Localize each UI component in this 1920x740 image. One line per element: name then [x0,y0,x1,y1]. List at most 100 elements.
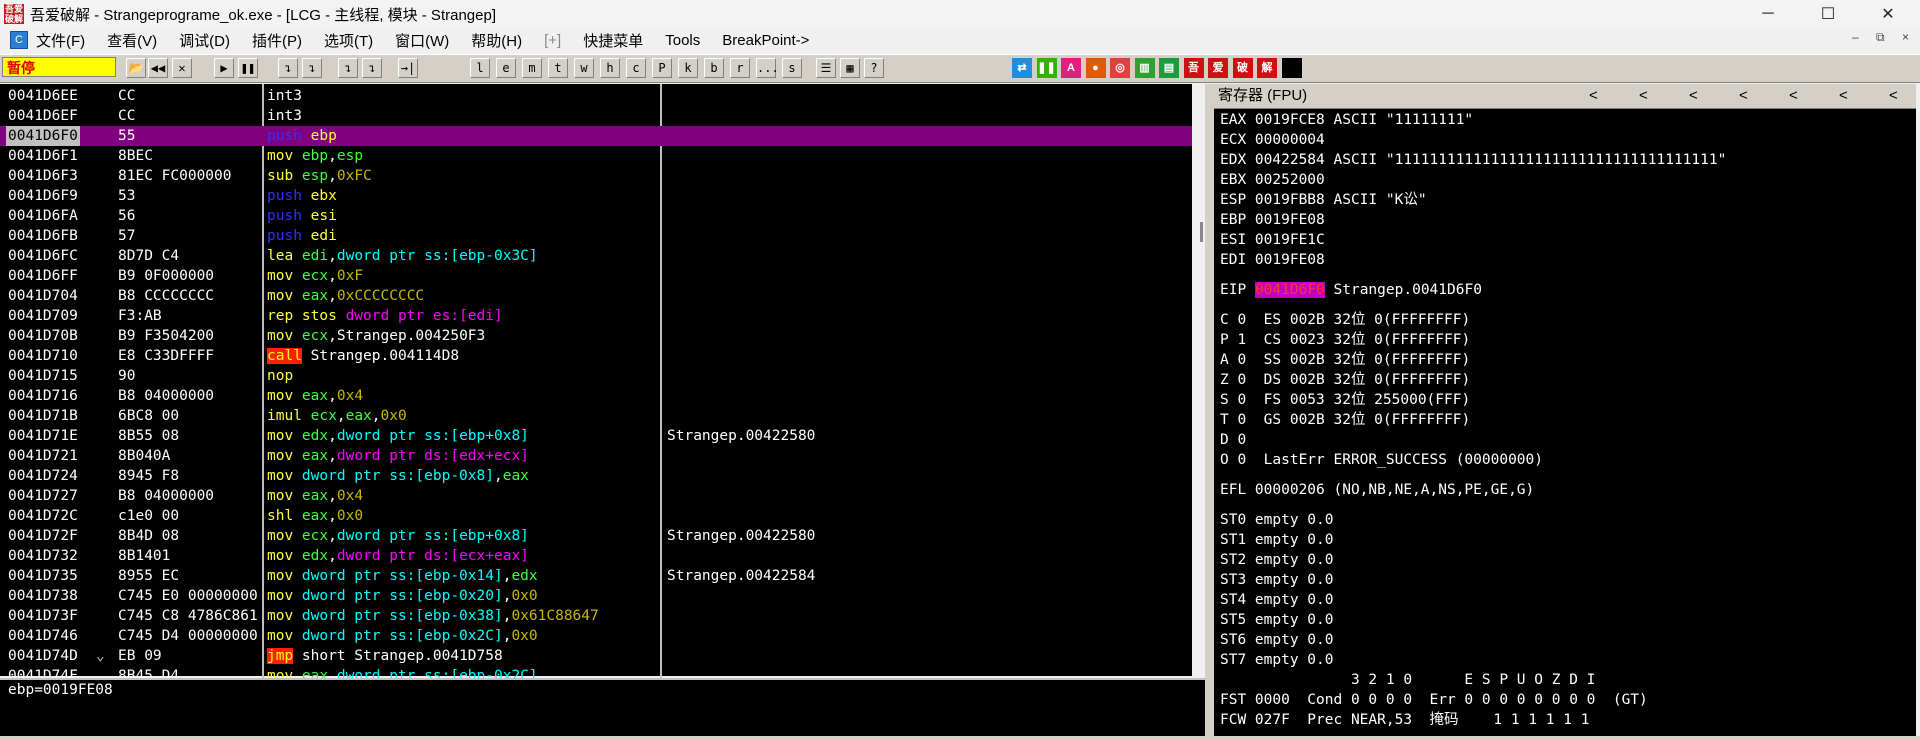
register-edi[interactable]: EDI 0019FE08 [1220,250,1325,270]
disassembly-row[interactable]: 0041D709 F3:AB rep stos dword ptr es:[edi] [0,306,1192,326]
disassembly-row[interactable]: 0041D71B 6BC8 00 imul ecx,eax,0x0 [0,406,1192,426]
fpu-control-word[interactable]: FCW 027F Prec NEAR,53 掩码 1 1 1 1 1 1 [1220,710,1589,730]
fpu-st0[interactable]: ST0 empty 0.0 [1220,510,1334,530]
plugin-wu-icon[interactable]: 吾 [1183,58,1204,78]
plugin-ai-icon[interactable]: 爱 [1208,58,1228,78]
disassembly-row[interactable]: 0041D727 B8 04000000 mov eax,0x4 [0,486,1192,506]
disassembly-row[interactable]: 0041D71E 8B55 08 mov edx,dword ptr ss:[ebp… [0,426,1192,446]
open-icon[interactable]: 📂 [126,58,146,78]
disassembly-row[interactable]: 0041D735 8955 EC mov dword ptr ss:[ebp-0x1… [0,566,1192,586]
app-icon[interactable]: 吾爱破解 [4,4,24,24]
plugin-jie-icon[interactable]: 解 [1257,58,1277,78]
register-esp[interactable]: ESP 0019FBB8 ASCII "K讼" [1220,190,1427,210]
disassembly-row[interactable]: 0041D746 C745 D4 00000000 mov dword ptr ss… [0,626,1192,646]
rewind-icon[interactable]: ◀◀ [148,58,168,78]
disassembly-row[interactable]: 0041D72F 8B4D 08 mov ecx,dword ptr ss:[ebp… [0,526,1192,546]
memory-button[interactable]: m [522,58,542,78]
disassembly-row[interactable]: 0041D732 8B1401 mov edx,dword ptr ds:[ecx+… [0,546,1192,566]
menu-expand[interactable]: [+] [544,32,561,49]
menu-breakpoint[interactable]: BreakPoint-> [722,32,809,49]
register-efl[interactable]: EFL 00000206 (NO,NB,NE,A,NS,PE,GE,G) [1220,480,1534,500]
plugin-sync-icon[interactable]: ⇄ [1012,58,1032,78]
disassembly-row[interactable]: 0041D6EE CC int3 [0,86,1192,106]
fpu-st2[interactable]: ST2 empty 0.0 [1220,550,1334,570]
disassembly-row[interactable]: 0041D6F0 55 push ebp [0,126,1192,146]
disassembly-row[interactable]: 0041D6FC 8D7D C4 lea edi,dword ptr ss:[ebp… [0,246,1192,266]
menu-view[interactable]: 查看(V) [107,30,157,51]
flag-row[interactable]: D 0 [1220,430,1246,450]
minimize-button[interactable]: ─ [1740,0,1796,28]
windows-button[interactable]: w [574,58,594,78]
fpu-status-word[interactable]: FST 0000 Cond 0 0 0 0 Err 0 0 0 0 0 0 0 … [1220,690,1648,710]
disassembly-row[interactable]: 0041D6FB 57 push edi [0,226,1192,246]
mdi-close-button[interactable]: × [1902,30,1909,44]
register-mode-arrow[interactable]: < [1739,84,1748,108]
register-eip[interactable]: EIP 0041D6F0 Strangep.0041D6F0 [1220,280,1482,300]
register-mode-arrow[interactable]: < [1589,84,1598,108]
menu-options[interactable]: 选项(T) [324,30,373,51]
mdi-restore-button[interactable]: ⧉ [1876,30,1885,45]
disassembly-row[interactable]: 0041D6F3 81EC FC000000 sub esp,0xFC [0,166,1192,186]
disassembly-row[interactable]: 0041D710 E8 C33DFFFF call Strangep.004114D… [0,346,1192,366]
plugin-po-icon[interactable]: 破 [1232,58,1253,78]
eip-value[interactable]: 0041D6F0 [1254,282,1325,298]
threads-button[interactable]: t [548,58,568,78]
fpu-st1[interactable]: ST1 empty 0.0 [1220,530,1334,550]
plugin-target-icon[interactable]: ◎ [1110,58,1130,78]
register-mode-arrow[interactable]: < [1889,84,1898,108]
register-edx[interactable]: EDX 00422584 ASCII "11111111111111111111… [1220,150,1726,170]
fpu-st3[interactable]: ST3 empty 0.0 [1220,570,1334,590]
disassembly-row[interactable]: 0041D715 90 nop [0,366,1192,386]
patches-button[interactable]: P [652,58,672,78]
register-mode-arrow[interactable]: < [1839,84,1848,108]
disassembly-row[interactable]: 0041D6F9 53 push ebx [0,186,1192,206]
register-mode-arrow[interactable]: < [1689,84,1698,108]
maximize-button[interactable]: ☐ [1800,0,1856,28]
flag-row[interactable]: T 0 GS 002B 32位 0(FFFFFFFF) [1220,410,1470,430]
menu-debug[interactable]: 调试(D) [179,30,230,51]
trace-over-icon[interactable]: ↴ [362,58,382,78]
run-trace-button[interactable]: ... [756,58,779,78]
fpu-st6[interactable]: ST6 empty 0.0 [1220,630,1334,650]
disassembly-row[interactable]: 0041D70B B9 F3504200 mov ecx,Strangep.0042… [0,326,1192,346]
menu-plugins[interactable]: 插件(P) [252,30,302,51]
disassembly-row[interactable]: 0041D721 8B040A mov eax,dword ptr ds:[edx+… [0,446,1192,466]
register-ecx[interactable]: ECX 00000004 [1220,130,1325,150]
call-stack-button[interactable]: k [678,58,698,78]
lasterr-row[interactable]: O 0 LastErr ERROR_SUCCESS (00000000) [1220,450,1543,470]
help-icon[interactable]: ? [864,58,884,78]
disassembly-row[interactable]: 0041D6F1 8BEC mov ebp,esp [0,146,1192,166]
modules-button[interactable]: e [496,58,516,78]
disassembly-row[interactable]: 0041D738 C745 E0 00000000 mov dword ptr ss… [0,586,1192,606]
execute-till-return-icon[interactable]: →| [398,58,418,78]
plugin-grid-icon[interactable]: ▥ [1134,58,1155,78]
step-into-icon[interactable]: ↴ [278,58,298,78]
disassembly-row[interactable]: 0041D6FA 56 push esi [0,206,1192,226]
register-mode-arrow[interactable]: < [1789,84,1798,108]
disassembly-row[interactable]: 0041D74D ⌄ EB 09 jmp short Strangep.0041D75… [0,646,1192,666]
fpu-st5[interactable]: ST5 empty 0.0 [1220,610,1334,630]
log-window-button[interactable]: l [470,58,490,78]
references-button[interactable]: r [730,58,750,78]
disassembly-row[interactable]: 0041D704 B8 CCCCCCCC mov eax,0xCCCCCCCC [0,286,1192,306]
menu-tools[interactable]: Tools [665,32,700,49]
disassembly-row[interactable]: 0041D72C c1e0 00 shl eax,0x0 [0,506,1192,526]
pane-splitter[interactable] [1205,84,1214,736]
close-file-icon[interactable]: ✕ [172,58,192,78]
handles-button[interactable]: h [600,58,620,78]
flag-row[interactable]: Z 0 DS 002B 32位 0(FFFFFFFF) [1220,370,1470,390]
register-mode-arrow[interactable]: < [1639,84,1648,108]
cpu-window-icon[interactable]: C [10,31,28,49]
register-eax[interactable]: EAX 0019FCE8 ASCII "11111111" [1220,110,1473,130]
list-icon[interactable]: ☰ [816,58,836,78]
menu-shortcuts[interactable]: 快捷菜单 [583,30,643,51]
grid-icon[interactable]: ▦ [840,58,860,78]
close-button[interactable]: ✕ [1860,0,1916,28]
pause-icon[interactable]: ❚❚ [238,58,258,78]
plugin-table-icon[interactable]: ▤ [1159,58,1179,78]
menu-help[interactable]: 帮助(H) [471,30,522,51]
step-over-icon[interactable]: ↴ [302,58,322,78]
register-ebx[interactable]: EBX 00252000 [1220,170,1325,190]
plugin-pause-icon[interactable]: ❚❚ [1036,58,1057,78]
mdi-minimize-button[interactable]: – [1852,30,1859,44]
